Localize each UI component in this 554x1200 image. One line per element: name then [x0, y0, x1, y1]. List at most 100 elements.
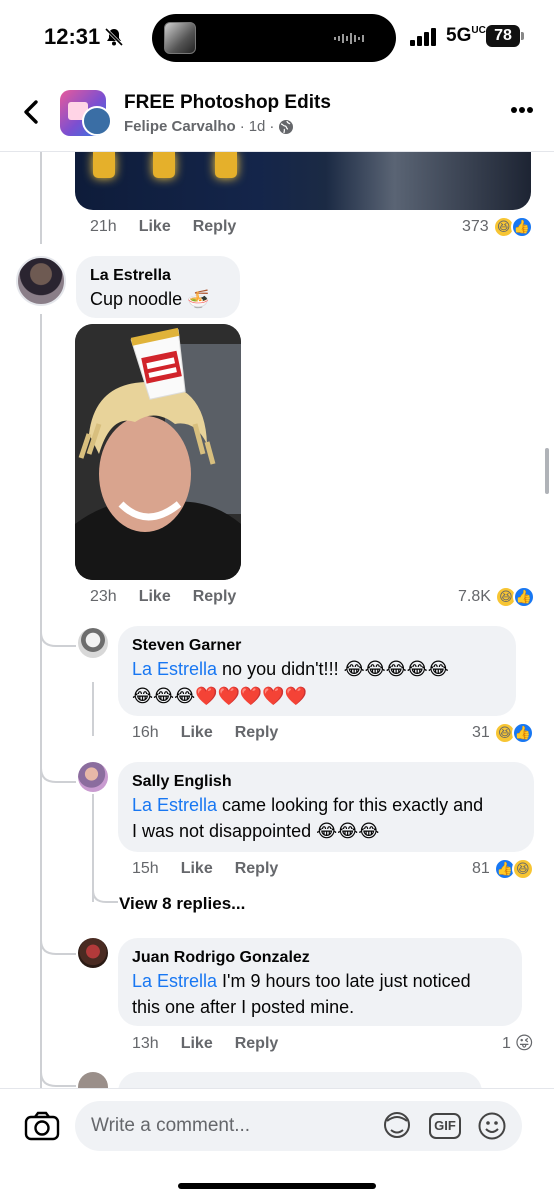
- meta-separator: ·: [269, 118, 275, 135]
- reply-link[interactable]: Reply: [193, 218, 237, 236]
- battery-tip: [521, 32, 524, 40]
- comment-actions: 21h Like Reply: [90, 218, 236, 236]
- like-reaction-icon: 👍: [511, 722, 534, 744]
- comment-text: La Estrella I'm 9 hours too late just no…: [132, 971, 471, 1017]
- reaction-count: 31: [472, 724, 490, 741]
- thread-curve: [40, 612, 76, 647]
- avatar-sticker-icon[interactable]: [381, 1111, 413, 1141]
- mention-link[interactable]: La Estrella: [132, 659, 217, 679]
- emoji-run: 😂😂😂: [316, 821, 380, 841]
- globe-icon: [279, 119, 294, 134]
- cellular-signal-icon: [410, 28, 436, 46]
- post-header: FREE Photoshop Edits Felipe Carvalho · 1…: [0, 78, 554, 152]
- commenter-name[interactable]: Juan Rodrigo Gonzalez: [132, 948, 508, 968]
- image-detail: [153, 152, 175, 178]
- view-replies-link[interactable]: View 8 replies...: [119, 894, 245, 914]
- post-meta: Felipe Carvalho · 1d ·: [124, 118, 294, 135]
- comment-placeholder: Write a comment...: [91, 1115, 251, 1136]
- emoji-run: 😂😂😂❤️❤️❤️❤️❤️: [132, 686, 308, 706]
- comment-text: La Estrella came looking for this exactl…: [132, 795, 484, 841]
- mention-link[interactable]: La Estrella: [132, 971, 217, 991]
- clock: 12:31: [44, 24, 101, 49]
- more-options-icon[interactable]: [510, 106, 534, 114]
- avatar[interactable]: [16, 256, 66, 306]
- post-age: 1d: [248, 118, 266, 135]
- reply-link[interactable]: Reply: [235, 1035, 279, 1053]
- comment-text: Cup noodle 🍜: [90, 289, 210, 309]
- avatar[interactable]: [78, 628, 108, 658]
- mention-link[interactable]: La Estrella: [132, 795, 217, 815]
- reaction-summary[interactable]: 31 😆 👍: [472, 722, 534, 744]
- group-title[interactable]: FREE Photoshop Edits: [124, 92, 331, 114]
- author-avatar[interactable]: [82, 106, 112, 136]
- reaction-count: 7.8K: [458, 588, 491, 605]
- reply-link[interactable]: Reply: [235, 860, 279, 878]
- scrollbar[interactable]: [545, 448, 549, 494]
- gif-button[interactable]: GIF: [429, 1113, 461, 1139]
- emoji-run: 😂😂😂😂😂: [343, 659, 449, 679]
- dynamic-island[interactable]: [152, 14, 396, 62]
- emoji-icon[interactable]: [477, 1111, 507, 1141]
- commenter-name[interactable]: La Estrella: [90, 266, 226, 286]
- reaction-count: 373: [462, 218, 489, 235]
- reaction-summary[interactable]: 81 👍 😆: [472, 858, 534, 880]
- like-reaction-icon: 👍: [510, 216, 533, 238]
- thread-curve: [40, 920, 76, 955]
- comment-bubble[interactable]: Sally English La Estrella came looking f…: [118, 762, 534, 852]
- comment-photo[interactable]: [75, 324, 241, 580]
- comment-time: 13h: [132, 1035, 159, 1052]
- now-playing-artwork: [164, 22, 196, 54]
- camera-icon[interactable]: [24, 1111, 60, 1141]
- thread-line: [40, 152, 42, 244]
- like-reaction-icon: 👍: [512, 586, 535, 608]
- comment-actions: 23h Like Reply: [90, 588, 236, 606]
- avatar[interactable]: [78, 938, 108, 968]
- like-link[interactable]: Like: [139, 588, 171, 606]
- haha-reaction-icon: 😆: [511, 858, 534, 880]
- like-link[interactable]: Like: [139, 218, 171, 236]
- silent-bell-icon: [104, 27, 124, 47]
- thread-line: [40, 314, 42, 1088]
- avatar[interactable]: [78, 1072, 108, 1088]
- comment-time: 21h: [90, 218, 117, 235]
- thread-line: [92, 682, 94, 736]
- status-bar: 12:31 5GUC 78: [0, 0, 554, 78]
- comment-bubble[interactable]: La Estrella Cup noodle 🍜: [76, 256, 240, 318]
- attached-image[interactable]: [75, 152, 531, 210]
- noodle-emoji: 🍜: [187, 289, 210, 309]
- comment-text: La Estrella no you didn't!!! 😂😂😂😂😂 😂😂😂❤️…: [132, 659, 449, 706]
- zany-face-emoji: 😜: [514, 1033, 534, 1053]
- comment-actions: 13h Like Reply: [132, 1035, 278, 1053]
- thread-curve: [40, 1054, 76, 1087]
- reaction-summary[interactable]: 373 😆 👍: [462, 216, 533, 238]
- avatar[interactable]: [78, 762, 108, 792]
- image-detail: [93, 152, 115, 178]
- like-link[interactable]: Like: [181, 724, 213, 742]
- like-link[interactable]: Like: [181, 1035, 213, 1053]
- comment-actions: 16h Like Reply: [132, 724, 278, 742]
- reaction-summary[interactable]: 1 😜: [502, 1033, 534, 1054]
- photo-illustration: [75, 324, 241, 580]
- comment-actions: 15h Like Reply: [132, 860, 278, 878]
- thread-curve: [92, 872, 118, 903]
- reply-link[interactable]: Reply: [235, 724, 279, 742]
- meta-separator: ·: [239, 118, 245, 135]
- network-type: 5GUC: [446, 25, 486, 46]
- comment-time: 15h: [132, 860, 159, 877]
- back-arrow-icon[interactable]: [18, 98, 46, 126]
- reaction-summary[interactable]: 7.8K 😆 👍: [458, 586, 535, 608]
- home-indicator[interactable]: [178, 1183, 376, 1189]
- author-name[interactable]: Felipe Carvalho: [124, 118, 236, 135]
- image-detail: [215, 152, 237, 178]
- reply-link[interactable]: Reply: [193, 588, 237, 606]
- like-link[interactable]: Like: [181, 860, 213, 878]
- comment-bubble[interactable]: Steven Garner La Estrella no you didn't!…: [118, 626, 516, 716]
- reaction-count: 1: [502, 1034, 511, 1052]
- comment-time: 23h: [90, 588, 117, 605]
- battery-indicator: 78: [486, 25, 520, 47]
- comment-bubble[interactable]: Juan Rodrigo Gonzalez La Estrella I'm 9 …: [118, 938, 522, 1026]
- comment-input[interactable]: Write a comment... GIF: [75, 1101, 522, 1151]
- reaction-count: 81: [472, 860, 490, 877]
- commenter-name[interactable]: Sally English: [132, 772, 520, 792]
- commenter-name[interactable]: Steven Garner: [132, 636, 502, 656]
